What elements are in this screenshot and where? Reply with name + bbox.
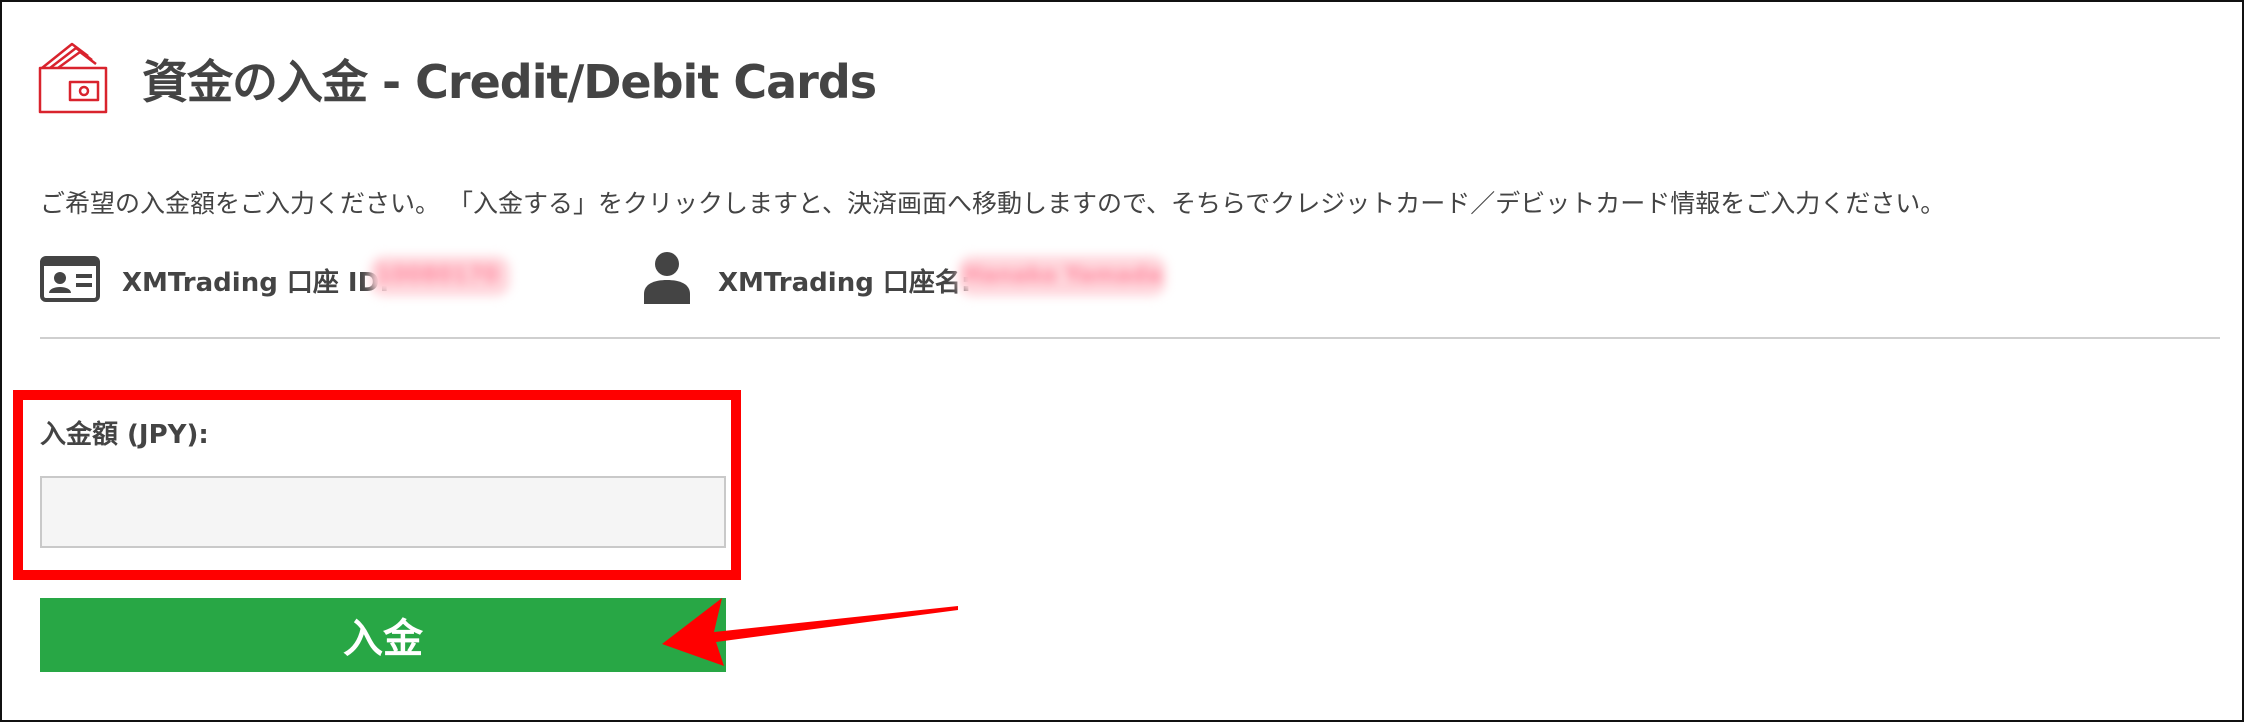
id-card-icon <box>40 256 100 302</box>
account-id-value: 10080170 <box>370 256 510 296</box>
annotation-arrow-icon <box>662 598 958 666</box>
deposit-button[interactable]: 入金 <box>40 598 726 672</box>
account-id-label: XMTrading 口座 ID: <box>122 268 390 298</box>
amount-label: 入金額 (JPY): <box>40 420 209 450</box>
wallet-icon <box>38 42 108 114</box>
account-name-value: Hanako Yamada <box>958 256 1166 296</box>
divider <box>40 337 2220 339</box>
instructions-text: ご希望の入金額をご入力ください。 「入金する」をクリックしますと、決済画面へ移動… <box>40 189 1946 218</box>
amount-input[interactable] <box>40 476 726 548</box>
user-icon <box>644 252 690 304</box>
page-title: 資金の入金 - Credit/Debit Cards <box>142 55 877 109</box>
account-name-label: XMTrading 口座名: <box>718 268 972 298</box>
